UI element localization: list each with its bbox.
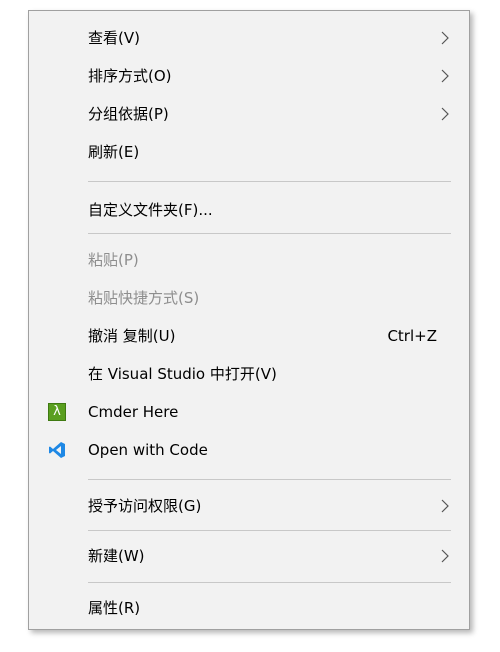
- menu-item-sort-by-label: 排序方式(O): [88, 67, 172, 85]
- menu-item-refresh[interactable]: 刷新(E): [29, 133, 469, 171]
- menu-item-view[interactable]: 查看(V): [29, 19, 469, 57]
- menu-item-group-by[interactable]: 分组依据(P): [29, 95, 469, 133]
- menu-item-paste-shortcut: 粘贴快捷方式(S): [29, 279, 469, 317]
- menu-item-cmder-here[interactable]: λ Cmder Here: [29, 393, 469, 431]
- chevron-right-icon: [441, 499, 449, 513]
- menu-item-group-by-label: 分组依据(P): [88, 105, 169, 123]
- menu-item-paste-shortcut-label: 粘贴快捷方式(S): [88, 289, 200, 307]
- menu-item-give-access-label: 授予访问权限(G): [88, 497, 202, 515]
- menu-separator: [88, 479, 451, 480]
- menu-separator: [88, 582, 451, 583]
- menu-item-undo-copy-shortcut: Ctrl+Z: [387, 327, 437, 345]
- menu-item-customize-folder-label: 自定义文件夹(F)...: [88, 201, 213, 219]
- menu-item-refresh-label: 刷新(E): [88, 143, 140, 161]
- menu-item-cmder-here-label: Cmder Here: [88, 403, 179, 421]
- chevron-right-icon: [441, 549, 449, 563]
- menu-item-new-label: 新建(W): [88, 547, 145, 565]
- menu-separator: [88, 530, 451, 531]
- menu-separator: [88, 181, 451, 182]
- menu-item-paste: 粘贴(P): [29, 241, 469, 279]
- lambda-icon: λ: [48, 403, 66, 421]
- context-menu: 查看(V) 排序方式(O) 分组依据(P) 刷新(E) 自定义文件夹(F)...…: [28, 10, 470, 630]
- menu-item-paste-label: 粘贴(P): [88, 251, 139, 269]
- menu-item-give-access[interactable]: 授予访问权限(G): [29, 487, 469, 525]
- menu-item-customize-folder[interactable]: 自定义文件夹(F)...: [29, 191, 469, 229]
- chevron-right-icon: [441, 31, 449, 45]
- menu-item-sort-by[interactable]: 排序方式(O): [29, 57, 469, 95]
- menu-item-open-in-visual-studio-label: 在 Visual Studio 中打开(V): [88, 365, 277, 383]
- vscode-icon: [49, 442, 65, 458]
- menu-item-properties-label: 属性(R): [88, 599, 141, 617]
- menu-item-new[interactable]: 新建(W): [29, 537, 469, 575]
- menu-item-properties[interactable]: 属性(R): [29, 589, 469, 627]
- menu-item-undo-copy[interactable]: 撤消 复制(U) Ctrl+Z: [29, 317, 469, 355]
- chevron-right-icon: [441, 107, 449, 121]
- menu-item-open-with-code-label: Open with Code: [88, 441, 208, 459]
- menu-item-open-in-visual-studio[interactable]: 在 Visual Studio 中打开(V): [29, 355, 469, 393]
- menu-item-undo-copy-label: 撤消 复制(U): [88, 327, 176, 345]
- menu-separator: [88, 233, 451, 234]
- menu-item-view-label: 查看(V): [88, 29, 140, 47]
- chevron-right-icon: [441, 69, 449, 83]
- menu-item-open-with-code[interactable]: Open with Code: [29, 431, 469, 469]
